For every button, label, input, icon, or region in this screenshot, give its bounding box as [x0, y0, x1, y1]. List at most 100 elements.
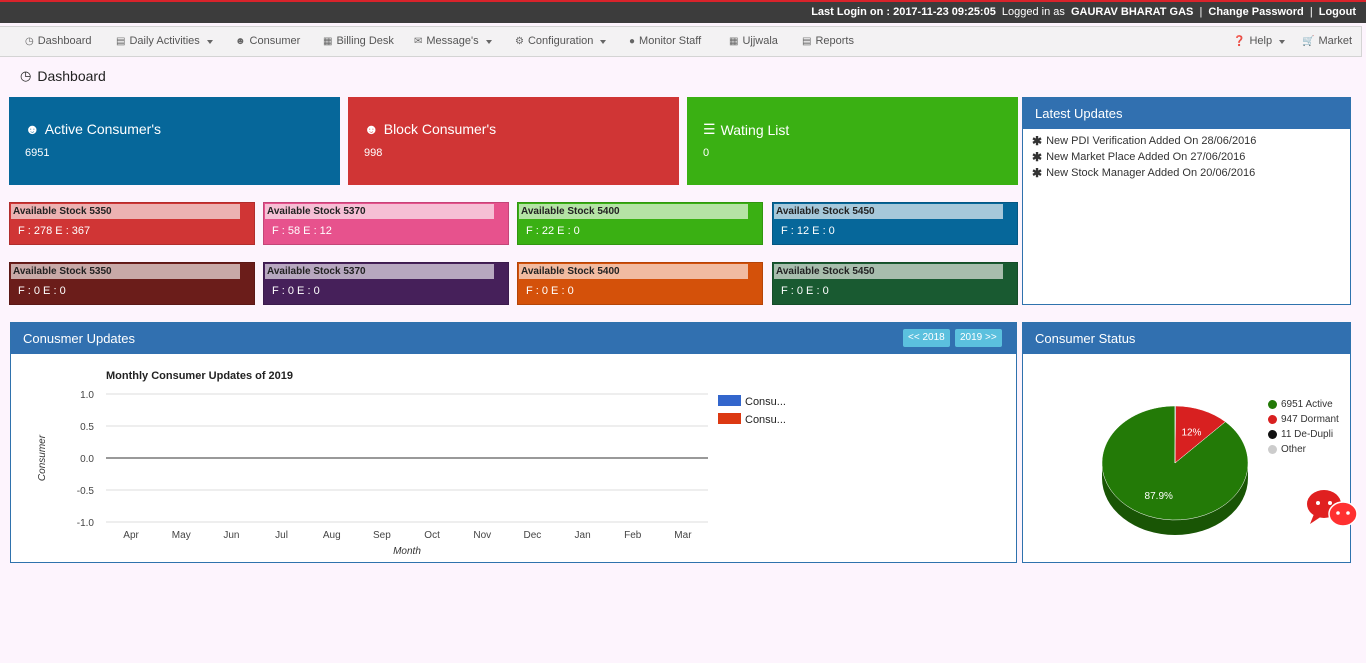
nav-messages[interactable]: ✉ Message's — [414, 35, 492, 47]
stock-label: Available Stock 5370 — [265, 264, 494, 279]
waiting-list-card[interactable]: ☰ Wating List 0 — [687, 97, 1018, 185]
nav-daily-activities-label: Daily Activities — [129, 35, 200, 47]
latest-updates-panel: Latest Updates ✱ New PDI Verification Add… — [1022, 97, 1351, 305]
stock-tile[interactable]: Available Stock 5350 F : 0 E : 0 — [9, 262, 255, 305]
chevron-down-icon — [485, 39, 492, 44]
active-consumers-card[interactable]: ☻ Active Consumer's 6951 — [9, 97, 340, 185]
nav-billing-desk-label: Billing Desk — [336, 35, 394, 47]
pie-slice-label: 87.9% — [1145, 491, 1173, 502]
latest-updates-list: ✱ New PDI Verification Added On 28/06/201… — [1023, 129, 1350, 181]
stock-tile[interactable]: Available Stock 5400 F : 22 E : 0 — [517, 202, 763, 245]
stock-tile[interactable]: Available Stock 5370 F : 58 E : 12 — [263, 202, 509, 245]
asterisk-icon: ✱ — [1032, 166, 1043, 180]
stock-value: F : 0 E : 0 — [272, 285, 320, 297]
question-circle-icon: ❓ — [1233, 35, 1246, 47]
stock-label: Available Stock 5450 — [774, 204, 1003, 219]
x-tick-label: Jul — [275, 530, 288, 541]
list-icon: ▤ — [116, 35, 126, 47]
stock-value: F : 22 E : 0 — [526, 225, 580, 237]
pie-slice-label: 12% — [1181, 427, 1201, 438]
legend-label: Other — [1281, 444, 1307, 455]
nav-consumer[interactable]: ☻ Consumer — [235, 35, 300, 47]
asterisk-icon: ✱ — [1032, 134, 1043, 148]
list-item[interactable]: ✱ New Stock Manager Added On 20/06/2016 — [1032, 165, 1350, 181]
legend-label: Consu... — [745, 414, 786, 426]
x-tick-label: Jan — [575, 530, 591, 541]
nav-configuration-label: Configuration — [527, 35, 594, 47]
user-icon: ☻ — [25, 121, 40, 137]
stock-tile[interactable]: Available Stock 5400 F : 0 E : 0 — [517, 262, 763, 305]
list-item[interactable]: ✱ New PDI Verification Added On 28/06/201… — [1032, 133, 1350, 149]
gear-icon: ⚙ — [515, 35, 524, 47]
x-tick-label: Nov — [473, 530, 491, 541]
x-tick-label: Sep — [373, 530, 391, 541]
prev-year-button[interactable]: << 2018 — [903, 329, 950, 347]
top-bar: Last Login on : 2017-11-23 09:25:05 Logg… — [0, 0, 1366, 23]
active-consumers-title: Active Consumer's — [44, 121, 161, 137]
nav-ujjwala-label: Ujjwala — [742, 35, 778, 47]
map-marker-icon: ● — [629, 35, 636, 47]
nav-billing-desk[interactable]: ▦ Billing Desk — [323, 35, 394, 47]
y-tick-label: -1.0 — [77, 518, 95, 529]
logout-link[interactable]: Logout — [1319, 6, 1356, 18]
nav-market-label: Market — [1318, 35, 1353, 47]
x-tick-label: Mar — [674, 530, 692, 541]
nav-help[interactable]: ❓ Help — [1233, 35, 1286, 47]
stock-value: F : 0 E : 0 — [781, 285, 829, 297]
y-axis-label: Consumer — [37, 434, 48, 481]
block-consumers-title: Block Consumer's — [383, 121, 497, 137]
nav-market[interactable]: 🛒 Market — [1302, 35, 1352, 47]
nav-dashboard[interactable]: ◷ Dashboard — [25, 35, 92, 47]
next-year-button[interactable]: 2019 >> — [955, 329, 1002, 347]
legend-swatch — [1268, 445, 1277, 454]
chevron-down-icon — [206, 39, 213, 44]
x-tick-label: Apr — [123, 530, 139, 541]
nav-ujjwala[interactable]: ▦ Ujjwala — [729, 35, 778, 47]
divider: | — [1309, 6, 1313, 18]
legend-item: 6951 Active — [1268, 397, 1339, 412]
list-item[interactable]: ✱ New Market Place Added On 27/06/2016 — [1032, 149, 1350, 165]
consumer-updates-panel: Conusmer Updates << 2018 2019 >> Monthly… — [10, 322, 1017, 563]
stock-value: F : 0 E : 0 — [18, 285, 66, 297]
y-tick-label: 0.5 — [80, 422, 94, 433]
legend-label: 6951 Active — [1281, 399, 1333, 410]
chevron-down-icon — [600, 39, 607, 44]
page-title: ◷ Dashboard — [20, 68, 106, 84]
legend-swatch — [718, 395, 741, 406]
x-axis-label: Month — [393, 546, 421, 557]
stock-tile[interactable]: Available Stock 5450 F : 0 E : 0 — [772, 262, 1018, 305]
stock-tile[interactable]: Available Stock 5450 F : 12 E : 0 — [772, 202, 1018, 245]
stock-tile[interactable]: Available Stock 5370 F : 0 E : 0 — [263, 262, 509, 305]
login-info: Last Login on : 2017-11-23 09:25:05 Logg… — [811, 6, 1356, 18]
waiting-list-value: 0 — [703, 147, 710, 159]
block-consumers-card[interactable]: ☻ Block Consumer's 998 — [348, 97, 679, 185]
update-text: New Stock Manager Added On 20/06/2016 — [1046, 167, 1256, 179]
legend-item: 11 De-Dupli — [1268, 427, 1339, 442]
change-password-link[interactable]: Change Password — [1208, 6, 1303, 18]
nav-consumer-label: Consumer — [249, 35, 301, 47]
user-icon: ☻ — [364, 121, 379, 137]
nav-reports[interactable]: ▤ Reports — [802, 35, 854, 47]
nav-messages-label: Message's — [426, 35, 479, 47]
nav-help-label: Help — [1249, 35, 1273, 47]
nav-configuration[interactable]: ⚙ Configuration — [515, 35, 607, 47]
username: GAURAV BHARAT GAS — [1070, 6, 1194, 18]
y-tick-label: 1.0 — [80, 390, 94, 401]
dashboard-icon: ◷ — [20, 68, 32, 83]
x-tick-label: Aug — [323, 530, 341, 541]
user-icon: ☻ — [235, 35, 246, 47]
x-tick-label: Feb — [624, 530, 642, 541]
legend-swatch — [718, 413, 741, 424]
stock-label: Available Stock 5400 — [519, 204, 748, 219]
waiting-list-title: Wating List — [720, 121, 790, 138]
x-tick-label: May — [172, 530, 191, 541]
stock-tile[interactable]: Available Stock 5350 F : 278 E : 367 — [9, 202, 255, 245]
stock-label: Available Stock 5400 — [519, 264, 748, 279]
nav-daily-activities[interactable]: ▤ Daily Activities — [116, 35, 213, 47]
block-consumers-value: 998 — [364, 147, 383, 159]
stock-label: Available Stock 5370 — [265, 204, 494, 219]
chat-bubble-icon[interactable] — [1306, 488, 1358, 530]
billing-icon: ▦ — [323, 35, 333, 47]
last-login-text: Last Login on : 2017-11-23 09:25:05 — [811, 6, 996, 18]
nav-monitor-staff[interactable]: ● Monitor Staff — [629, 35, 701, 47]
